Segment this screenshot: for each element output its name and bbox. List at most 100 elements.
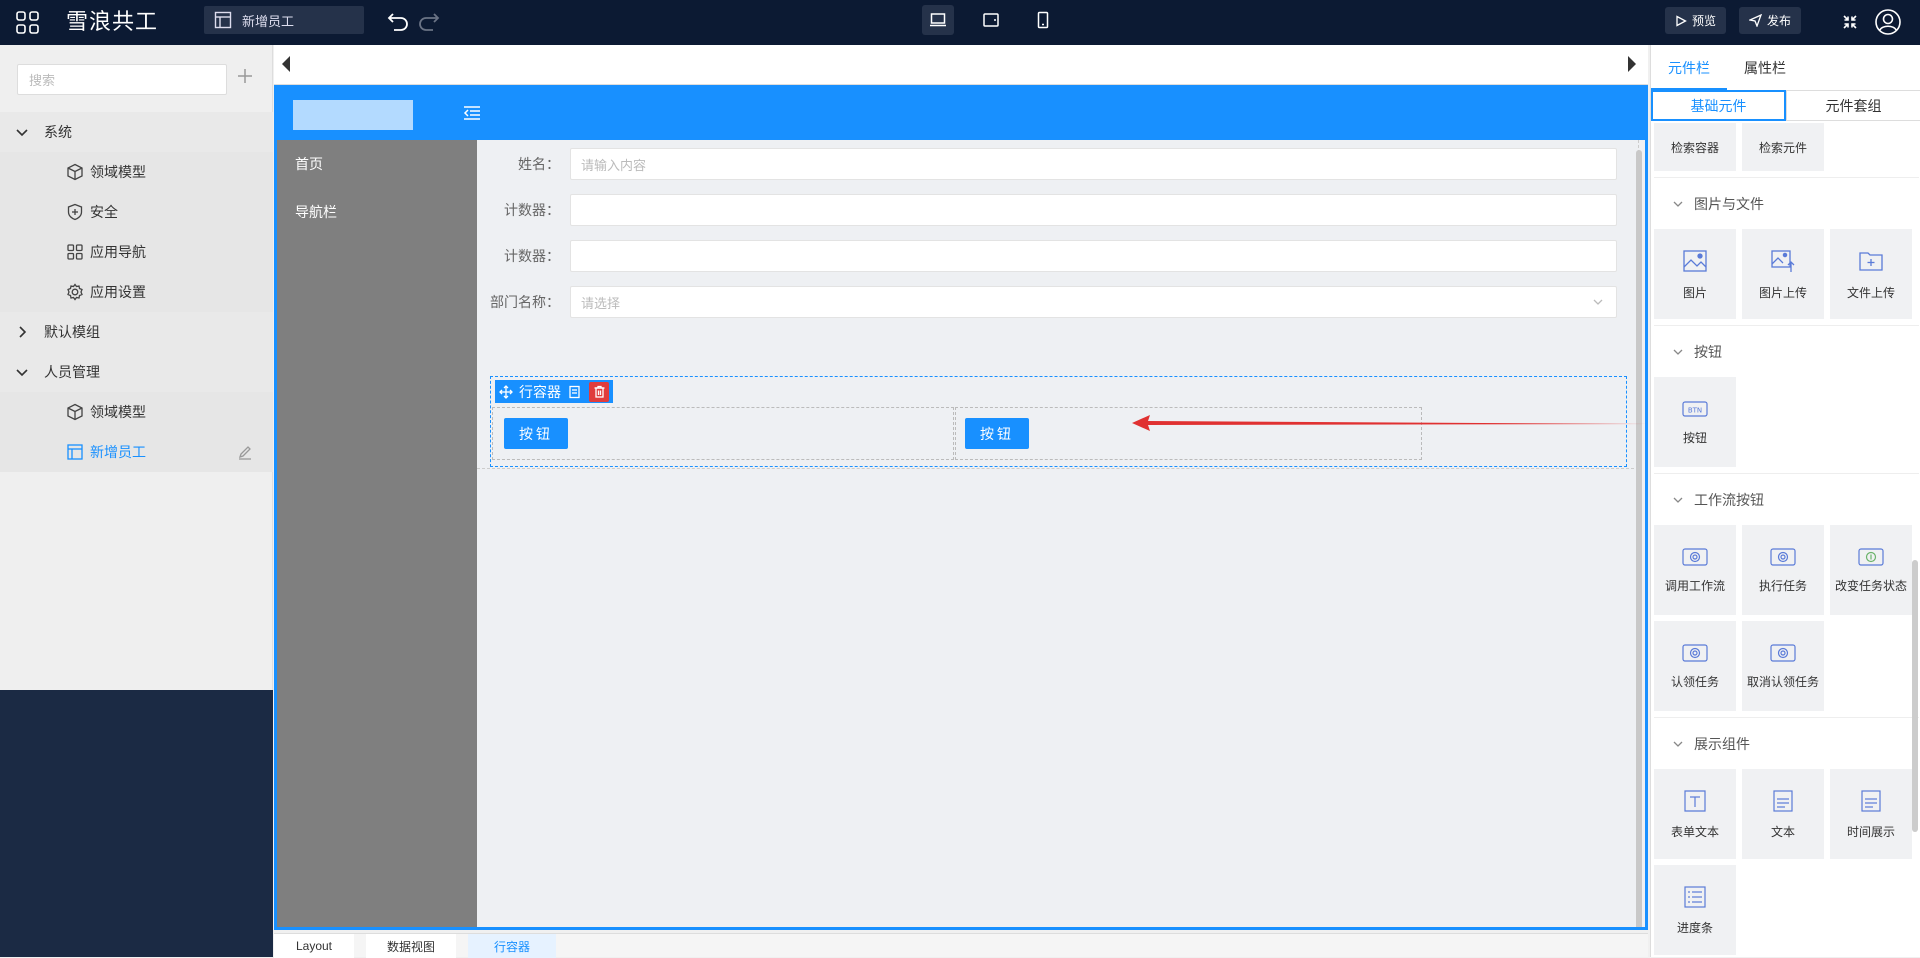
- nav-item-navbar[interactable]: 导航栏: [277, 188, 477, 236]
- page-tree: 系统 领域模型 安全 应用导航 应用设置 默认模组 人员管理 领域模型 新增员工: [0, 112, 273, 472]
- section-button[interactable]: 按钮: [1654, 325, 1919, 377]
- subtab-kits[interactable]: 元件套组: [1786, 90, 1920, 121]
- canvas-scrollbar[interactable]: [1636, 150, 1642, 927]
- preview-content: 姓名： 请输入内容 计数器： 计数器： 部门名称： 请选择 行容器 按钮 按钮: [477, 140, 1645, 927]
- section-image-file[interactable]: 图片与文件: [1654, 177, 1919, 229]
- edit-icon[interactable]: [237, 444, 253, 460]
- comp-search-element[interactable]: 检索元件: [1742, 123, 1824, 171]
- tree-item-security[interactable]: 安全: [0, 192, 273, 232]
- chevron-down-icon: [1672, 346, 1684, 358]
- search-input[interactable]: 搜索: [17, 64, 227, 95]
- comp-image-upload[interactable]: 图片上传: [1742, 229, 1824, 319]
- comp-form-text[interactable]: 表单文本: [1654, 769, 1736, 859]
- menu-fold-icon[interactable]: [463, 105, 481, 121]
- tab-components[interactable]: 元件栏: [1651, 45, 1727, 90]
- right-panel: 元件栏 属性栏 基础元件 元件套组 检索容器 检索元件 图片与文件 图片 图片上…: [1650, 45, 1920, 957]
- preview-button[interactable]: 预览: [1665, 7, 1727, 34]
- undo-icon[interactable]: [386, 10, 410, 32]
- comp-text[interactable]: 文本: [1742, 769, 1824, 859]
- subtab-basic[interactable]: 基础元件: [1651, 90, 1786, 121]
- comp-button[interactable]: BTN 按钮: [1654, 377, 1736, 467]
- layout-icon: [66, 443, 84, 461]
- chevron-down-icon: [1672, 738, 1684, 750]
- comp-claim-task[interactable]: 认领任务: [1654, 621, 1736, 711]
- document-icon: [1859, 789, 1883, 813]
- preview-header: [277, 88, 1645, 140]
- image-upload-icon: [1770, 248, 1796, 274]
- workflow-icon: [1770, 547, 1796, 567]
- layout-icon: [214, 11, 232, 29]
- form-row-department: 部门名称： 请选择: [477, 286, 1617, 318]
- cube-icon: [66, 403, 84, 421]
- tab-properties[interactable]: 属性栏: [1727, 45, 1803, 90]
- text-box-icon: [1683, 789, 1707, 813]
- add-icon[interactable]: [236, 67, 254, 85]
- tree-group-personnel[interactable]: 人员管理: [0, 352, 273, 392]
- comp-search-container[interactable]: 检索容器: [1654, 123, 1736, 171]
- tree-group-default-module[interactable]: 默认模组: [0, 312, 273, 352]
- row-container-label: 行容器: [519, 383, 561, 400]
- chevron-down-icon: [14, 124, 30, 140]
- caret-left-icon[interactable]: [280, 55, 292, 73]
- tree-item-domain-model[interactable]: 领域模型: [0, 152, 273, 192]
- design-canvas: 首页 导航栏 姓名： 请输入内容 计数器： 计数器： 部门名称： 请选择 行容器…: [274, 85, 1648, 930]
- comp-time-display[interactable]: 时间展示: [1830, 769, 1912, 859]
- comp-file-upload[interactable]: 文件上传: [1830, 229, 1912, 319]
- breadcrumb-row-container[interactable]: 行容器: [468, 934, 556, 958]
- comp-call-workflow[interactable]: 调用工作流: [1654, 525, 1736, 615]
- desktop-view-icon[interactable]: [922, 5, 954, 35]
- publish-button[interactable]: 发布: [1739, 7, 1802, 34]
- tree-item-new-employee[interactable]: 新增员工: [0, 432, 273, 472]
- shield-icon: [66, 203, 84, 221]
- left-panel: 搜索 系统 领域模型 安全 应用导航 应用设置 默认模组 人员管理 领域模型 新…: [0, 45, 273, 690]
- right-tabs: 元件栏 属性栏: [1651, 45, 1920, 90]
- comp-execute-task[interactable]: 执行任务: [1742, 525, 1824, 615]
- send-icon: [1749, 14, 1762, 27]
- document-icon: [1771, 789, 1795, 813]
- redo-icon[interactable]: [417, 10, 441, 32]
- app-grid-icon[interactable]: [14, 9, 41, 36]
- form-row-counter-2: 计数器：: [477, 240, 1617, 272]
- comp-change-task-state[interactable]: 改变任务状态: [1830, 525, 1912, 615]
- tablet-view-icon[interactable]: [975, 5, 1007, 35]
- user-avatar-icon[interactable]: [1874, 8, 1902, 36]
- workflow-icon: [1682, 643, 1708, 663]
- comp-progress-bar[interactable]: 进度条: [1654, 865, 1736, 955]
- tree-item-app-settings[interactable]: 应用设置: [0, 272, 273, 312]
- section-display-components[interactable]: 展示组件: [1654, 717, 1919, 769]
- breadcrumb-layout[interactable]: Layout: [274, 934, 354, 958]
- tree-group-system[interactable]: 系统: [0, 112, 273, 152]
- delete-icon[interactable]: [589, 381, 609, 402]
- play-icon: [1675, 14, 1687, 27]
- tree-item-app-nav[interactable]: 应用导航: [0, 232, 273, 272]
- right-panel-scrollbar[interactable]: [1912, 560, 1918, 832]
- svg-text:BTN: BTN: [1688, 406, 1702, 414]
- name-input[interactable]: 请输入内容: [570, 148, 1617, 180]
- section-workflow-buttons[interactable]: 工作流按钮: [1654, 473, 1919, 525]
- chevron-down-icon: [14, 364, 30, 380]
- mobile-view-icon[interactable]: [1027, 5, 1059, 35]
- nav-item-home[interactable]: 首页: [277, 140, 477, 188]
- page-selector[interactable]: 新增员工: [204, 6, 364, 34]
- tree-item-domain-model-2[interactable]: 领域模型: [0, 392, 273, 432]
- comp-unclaim-task[interactable]: 取消认领任务: [1742, 621, 1824, 711]
- counter-input-1[interactable]: [570, 194, 1617, 226]
- form-row-counter-1: 计数器：: [477, 194, 1617, 226]
- copy-icon[interactable]: [567, 385, 581, 399]
- row-column-1: 按钮: [492, 407, 954, 460]
- status-icon: [1858, 547, 1884, 567]
- caret-right-icon[interactable]: [1626, 55, 1638, 73]
- button-1[interactable]: 按钮: [504, 418, 568, 449]
- move-icon[interactable]: [499, 384, 513, 399]
- fullscreen-exit-icon[interactable]: [1842, 14, 1858, 30]
- workflow-icon: [1770, 643, 1796, 663]
- comp-image[interactable]: 图片: [1654, 229, 1736, 319]
- canvas-toolbar: [274, 45, 1648, 85]
- counter-input-2[interactable]: [570, 240, 1617, 272]
- chevron-down-icon: [1592, 296, 1604, 308]
- department-select[interactable]: 请选择: [570, 286, 1617, 318]
- left-panel-footer: [0, 690, 273, 957]
- button-2[interactable]: 按钮: [965, 418, 1029, 449]
- cube-icon: [66, 163, 84, 181]
- breadcrumb-data-view[interactable]: 数据视图: [366, 934, 456, 958]
